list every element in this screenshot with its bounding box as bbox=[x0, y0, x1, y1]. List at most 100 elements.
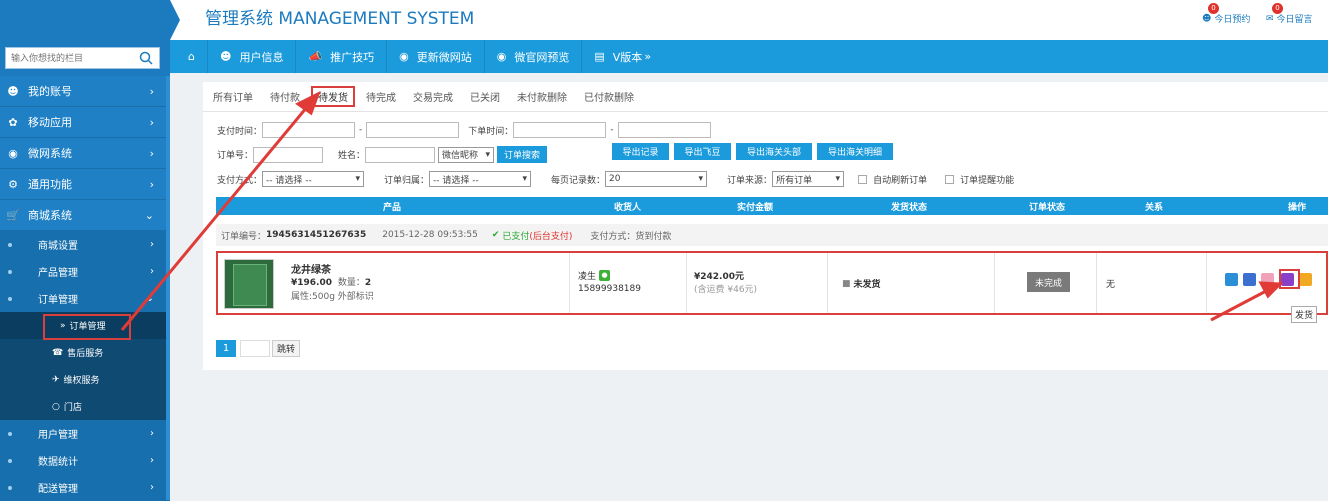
order-pay-method: 支付方式：货到付款 bbox=[590, 231, 672, 242]
tab-paid-deleted[interactable]: 已付款删除 bbox=[584, 87, 634, 106]
receiver-phone: 15899938189 bbox=[578, 284, 641, 294]
megaphone-icon: 📣 bbox=[308, 50, 323, 63]
today-messages-link[interactable]: ✉ 0 今日留言 bbox=[1266, 2, 1313, 25]
sidebar-item-label: 商城系统 bbox=[28, 209, 72, 222]
nav-label: 更新微网站 bbox=[416, 50, 472, 64]
sidebar-item-common[interactable]: ⚙ 通用功能 › bbox=[0, 169, 170, 200]
search-icon[interactable] bbox=[139, 51, 153, 65]
caret-down-icon: ▾ bbox=[698, 174, 704, 184]
export-customs-detail-button[interactable]: 导出海关明细 bbox=[817, 143, 893, 160]
sidebar-item-mall[interactable]: 🛒 商城系统 ⌄ bbox=[0, 200, 170, 231]
pencil-icon[interactable] bbox=[1261, 273, 1274, 286]
tab-done[interactable]: 交易完成 bbox=[413, 87, 453, 106]
nav-update-site[interactable]: ◉ 更新微网站 bbox=[387, 40, 485, 73]
detail-icon[interactable] bbox=[1225, 273, 1238, 286]
col-ship-status: 发货状态 bbox=[891, 203, 928, 213]
print-icon[interactable] bbox=[1299, 273, 1312, 286]
caret-down-icon: ▾ bbox=[522, 174, 528, 184]
select-value: -- 请选择 -- bbox=[266, 175, 312, 186]
order-time-start-input[interactable] bbox=[513, 122, 607, 138]
page-jump-button[interactable]: 跳转 bbox=[272, 340, 301, 357]
wechat-nickname-select[interactable]: 微信昵称 ▾ bbox=[438, 146, 495, 163]
name-input[interactable] bbox=[365, 146, 436, 163]
today-appointments-link[interactable]: ☻ 0 今日预约 bbox=[1202, 2, 1250, 25]
auto-refresh-checkbox[interactable] bbox=[858, 174, 868, 184]
tab-pending-pay[interactable]: 待付款 bbox=[270, 87, 300, 106]
tab-all[interactable]: 所有订单 bbox=[213, 87, 253, 106]
paid-amount: ¥242.00元 bbox=[694, 272, 744, 282]
ship-status: 未发货 bbox=[853, 280, 881, 290]
sidebar-sub-label: 数据统计 bbox=[38, 457, 78, 468]
col-product: 产品 bbox=[383, 203, 402, 213]
sidebar: ☻ 我的账号 › ✿ 移动应用 › ◉ 微网系统 › ⚙ 通用功能 › 🛒 商城系统 ⌄ 商城设置 ›… bbox=[0, 0, 170, 501]
top-nav: ⌂ ☻ 用户信息 📣 推广技巧 ◉ 更新微网站 ◉ 微官网预览 ▤ V版本» bbox=[170, 40, 1328, 73]
order-time-end-input[interactable] bbox=[617, 122, 711, 138]
sidebar-item-label: 微网系统 bbox=[28, 147, 72, 160]
order-search-button[interactable]: 订单搜索 bbox=[497, 146, 548, 163]
sidebar-item-apps[interactable]: ✿ 移动应用 › bbox=[0, 107, 170, 138]
sidebar-subsub-rights[interactable]: ✈ 维权服务 bbox=[0, 366, 170, 393]
sidebar-sub-products[interactable]: 产品管理 › bbox=[0, 258, 170, 285]
cart-icon: 🛒 bbox=[6, 208, 20, 222]
export-customs-header-button[interactable]: 导出海关头部 bbox=[736, 143, 812, 160]
sidebar-subsub-aftersale[interactable]: ☎ 售后服务 bbox=[0, 339, 170, 366]
tab-pending-ship[interactable]: 待发货 bbox=[311, 86, 355, 107]
sidebar-search-input[interactable] bbox=[6, 48, 134, 68]
amount-cell: ¥242.00元 (含运费 ¥46元) bbox=[687, 253, 828, 313]
page-1-button[interactable]: 1 bbox=[216, 340, 236, 357]
relation-value: 无 bbox=[1106, 280, 1116, 290]
sidebar-sub-label: 订单管理 bbox=[38, 295, 78, 306]
edit-icon[interactable] bbox=[1243, 273, 1256, 286]
nav-preview-site[interactable]: ◉ 微官网预览 bbox=[485, 40, 583, 73]
export-feidou-button[interactable]: 导出飞豆 bbox=[674, 143, 731, 160]
message-icon: ✉ 0 bbox=[1266, 2, 1283, 24]
nav-promo-tips[interactable]: 📣 推广技巧 bbox=[296, 40, 388, 73]
ship-status-cell: ■ 未发货 bbox=[828, 253, 995, 313]
order-remind-checkbox[interactable] bbox=[945, 174, 955, 184]
pay-time-label: 支付时间： bbox=[217, 126, 263, 137]
caret-down-icon: ▾ bbox=[835, 174, 841, 184]
bullet-icon bbox=[8, 485, 12, 490]
sidebar-sub-stats[interactable]: 数据统计 › bbox=[0, 447, 170, 474]
tab-unpaid-deleted[interactable]: 未付款删除 bbox=[517, 87, 567, 106]
product-name[interactable]: 龙井绿茶 bbox=[291, 261, 331, 276]
order-source-select[interactable]: 所有订单 ▾ bbox=[772, 171, 845, 187]
order-belong-select[interactable]: -- 请选择 -- ▾ bbox=[429, 171, 532, 187]
sidebar-toggle[interactable] bbox=[170, 0, 180, 40]
headset-icon: ☎ bbox=[52, 347, 64, 358]
pay-time-end-input[interactable] bbox=[366, 122, 460, 138]
page-jump-input[interactable] bbox=[240, 340, 270, 357]
user-icon: ☻ bbox=[7, 84, 19, 98]
sidebar-sub-orders[interactable]: 订单管理 ⌄ bbox=[0, 285, 170, 312]
pay-method-select[interactable]: -- 请选择 -- ▾ bbox=[262, 171, 365, 187]
sidebar-sub-mall-settings[interactable]: 商城设置 › bbox=[0, 231, 170, 258]
order-no-input[interactable] bbox=[253, 146, 324, 163]
product-attrs: 属性:500g 外部标识 bbox=[291, 292, 374, 302]
tab-closed[interactable]: 已关闭 bbox=[470, 87, 500, 106]
name-label: 姓名： bbox=[338, 151, 366, 161]
export-records-button[interactable]: 导出记录 bbox=[612, 143, 669, 160]
apps-icon: ✿ bbox=[8, 115, 18, 129]
order-number-label: 订单编号： bbox=[221, 231, 267, 242]
receiver-cell: 凌生 ● 15899938189 bbox=[570, 253, 687, 313]
sidebar-item-account[interactable]: ☻ 我的账号 › bbox=[0, 76, 170, 107]
sidebar-subsub-store[interactable]: ○ 门店 bbox=[0, 393, 170, 420]
double-chevron-icon: » bbox=[644, 50, 652, 63]
nav-home[interactable]: ⌂ bbox=[170, 40, 208, 73]
sidebar-search[interactable] bbox=[5, 47, 160, 69]
tab-pending-complete[interactable]: 待完成 bbox=[366, 87, 396, 106]
sidebar-sub-delivery[interactable]: 配送管理 › bbox=[0, 474, 170, 501]
sidebar-sub-users[interactable]: 用户管理 › bbox=[0, 420, 170, 447]
product-thumbnail[interactable] bbox=[224, 259, 274, 309]
shipping-note: (含运费 ¥46元) bbox=[694, 285, 758, 295]
sidebar-item-label: 我的账号 bbox=[28, 85, 72, 98]
sidebar-item-weinet[interactable]: ◉ 微网系统 › bbox=[0, 138, 170, 169]
pay-time-start-input[interactable] bbox=[262, 122, 356, 138]
qty-label: 数量： bbox=[337, 278, 365, 288]
actions-cell bbox=[1207, 253, 1326, 313]
nav-user-info[interactable]: ☻ 用户信息 bbox=[208, 40, 297, 73]
nav-version[interactable]: ▤ V版本» bbox=[582, 40, 663, 73]
per-page-select[interactable]: 20 ▾ bbox=[605, 171, 708, 187]
relation-cell: 无 bbox=[1097, 253, 1207, 313]
sidebar-scrollbar[interactable] bbox=[166, 76, 170, 500]
